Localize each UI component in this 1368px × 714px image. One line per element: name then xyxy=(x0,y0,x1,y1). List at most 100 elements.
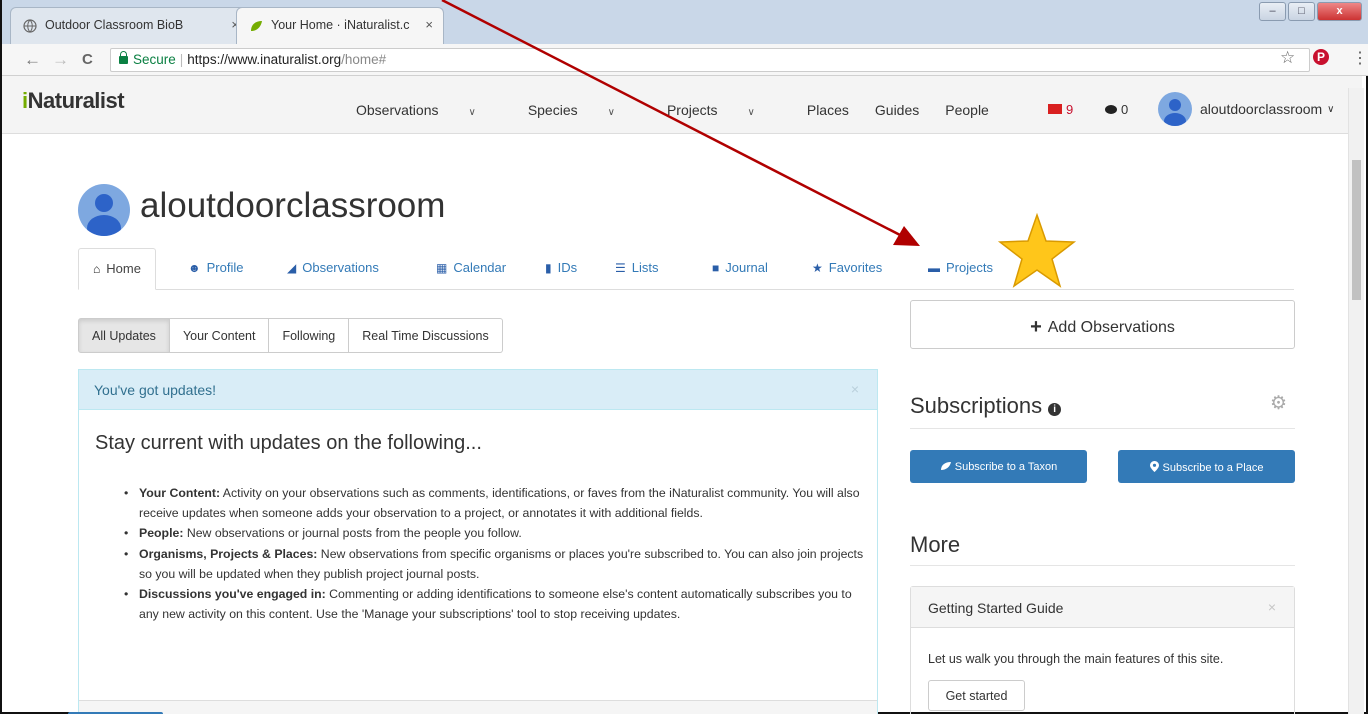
address-bar[interactable]: Secure | https://www.inaturalist.org/home# xyxy=(110,48,1310,72)
tab-journal[interactable]: ■ Journal xyxy=(712,248,768,290)
globe-icon xyxy=(23,19,37,33)
tab-favorites[interactable]: ★ Favorites xyxy=(812,248,882,290)
browser-menu-icon[interactable]: ⋮ xyxy=(1352,48,1368,68)
alert-title: You've got updates! xyxy=(94,382,217,398)
close-icon[interactable]: × xyxy=(425,17,433,32)
divider xyxy=(910,428,1295,429)
mail-icon xyxy=(1048,104,1062,114)
chevron-down-icon: ∨ xyxy=(1327,103,1335,115)
filter-following[interactable]: Following xyxy=(269,318,350,353)
info-icon[interactable]: i xyxy=(1048,403,1062,416)
subscribe-taxon-button[interactable]: Subscribe to a Taxon xyxy=(910,450,1087,483)
browser-tab-outdoor-classroom[interactable]: Outdoor Classroom BioB × xyxy=(10,7,250,44)
scrollbar-thumb[interactable] xyxy=(1352,160,1361,300)
messages-count: 9 xyxy=(1066,102,1074,117)
alert-header: You've got updates! × xyxy=(79,370,877,410)
leaf-icon xyxy=(940,462,951,470)
url-host: https://www.inaturalist.org xyxy=(187,52,342,67)
browser-tab-label: Your Home · iNaturalist.c xyxy=(271,18,410,32)
alert-footer xyxy=(68,700,877,714)
window-close-button[interactable]: x xyxy=(1317,2,1362,21)
close-icon[interactable]: × xyxy=(851,381,859,397)
notifications-link[interactable]: 0 xyxy=(1105,102,1128,117)
filter-real-time-discussions[interactable]: Real Time Discussions xyxy=(349,318,503,353)
filter-all-updates[interactable]: All Updates xyxy=(78,318,170,353)
maximize-button[interactable]: □ xyxy=(1288,2,1315,21)
profile-avatar xyxy=(78,184,130,236)
url-path: /home# xyxy=(341,52,387,67)
getting-started-panel: Getting Started Guide × Let us walk you … xyxy=(910,586,1295,714)
list-item: Your Content: Activity on your observati… xyxy=(123,483,868,523)
tab-projects[interactable]: ▬ Projects xyxy=(928,248,993,290)
updates-list: Your Content: Activity on your observati… xyxy=(123,483,868,624)
nav-species[interactable]: Species ∨ xyxy=(528,102,641,118)
more-heading: More xyxy=(910,532,961,557)
chevron-down-icon: ∨ xyxy=(607,107,615,118)
back-arrow-icon[interactable]: ← xyxy=(24,50,41,70)
reload-icon[interactable]: C xyxy=(82,51,93,68)
browser-tab-inaturalist[interactable]: Your Home · iNaturalist.c × xyxy=(236,7,444,44)
notifications-count: 0 xyxy=(1121,102,1129,117)
browser-window: Outdoor Classroom BioB × Your Home · iNa… xyxy=(0,0,1368,714)
browser-tab-label: Outdoor Classroom BioB xyxy=(45,18,184,32)
plus-icon: + xyxy=(1030,316,1042,338)
add-observations-button[interactable]: + Add Observations xyxy=(910,300,1295,349)
page-scrollbar[interactable] xyxy=(1348,88,1364,714)
nav-projects[interactable]: Projects ∨ xyxy=(667,102,781,118)
main-nav: Observations ∨ Species ∨ Projects ∨ Places … xyxy=(356,102,1015,118)
updates-heading: Stay current with updates on the followi… xyxy=(95,432,482,454)
header-username: aloutdoorclassroom xyxy=(1200,101,1323,117)
guide-header: Getting Started Guide × xyxy=(911,587,1294,628)
bookmark-star-icon[interactable]: ☆ xyxy=(1280,48,1295,68)
filter-your-content[interactable]: Your Content xyxy=(169,318,270,353)
star-icon: ★ xyxy=(812,261,823,275)
user-icon: ☻ xyxy=(188,261,201,275)
book-icon: ■ xyxy=(712,261,720,275)
page-title: aloutdoorclassroom xyxy=(140,186,446,225)
url-separator: | xyxy=(179,52,184,67)
list-icon: ☰ xyxy=(615,261,626,275)
user-menu[interactable]: aloutdoorclassroom ∨ xyxy=(1158,92,1335,126)
browser-tab-strip: Outdoor Classroom BioB × Your Home · iNa… xyxy=(2,0,1368,44)
pinterest-icon[interactable]: P xyxy=(1313,49,1329,65)
gear-icon[interactable]: ⚙ xyxy=(1270,392,1287,415)
tab-ids[interactable]: ▮ IDs xyxy=(545,248,577,290)
calendar-icon: ▦ xyxy=(436,261,448,275)
comment-icon xyxy=(1105,105,1117,114)
guide-title: Getting Started Guide xyxy=(928,600,1064,616)
tag-icon: ▮ xyxy=(545,261,552,275)
tab-calendar[interactable]: ▦ Calendar xyxy=(436,248,506,290)
forward-arrow-icon[interactable]: → xyxy=(52,50,69,70)
window-controls: – □ x xyxy=(1259,2,1362,21)
updates-alert-panel: You've got updates! × Stay current with … xyxy=(68,369,878,714)
list-item: Discussions you've engaged in: Commentin… xyxy=(123,584,868,624)
binoculars-icon: ◢ xyxy=(287,261,297,275)
chevron-down-icon: ∨ xyxy=(468,107,476,118)
avatar xyxy=(1158,92,1192,126)
messages-link[interactable]: 9 xyxy=(1048,102,1073,117)
tab-observations[interactable]: ◢ Observations xyxy=(287,248,379,290)
profile-tabs: ⌂ Home ☻ Profile ◢ Observations ▦ Calendar ▮… xyxy=(78,248,1294,290)
tab-lists[interactable]: ☰ Lists xyxy=(615,248,659,290)
chevron-down-icon: ∨ xyxy=(747,107,755,118)
home-icon: ⌂ xyxy=(93,262,101,276)
nav-guides[interactable]: Guides xyxy=(875,102,919,118)
close-icon[interactable]: × xyxy=(1268,599,1276,615)
secure-label: Secure xyxy=(133,52,176,67)
map-marker-icon xyxy=(1149,461,1159,472)
tab-profile[interactable]: ☻ Profile xyxy=(188,248,244,290)
nav-people[interactable]: People xyxy=(945,102,989,118)
subscribe-place-button[interactable]: Subscribe to a Place xyxy=(1118,450,1295,483)
list-item: Organisms, Projects & Places: New observ… xyxy=(123,544,868,584)
site-header: iNaturalist Observations ∨ Species ∨ Proje… xyxy=(2,76,1362,134)
tab-home[interactable]: ⌂ Home xyxy=(78,248,156,290)
inaturalist-logo[interactable]: iNaturalist xyxy=(22,88,125,114)
briefcase-icon: ▬ xyxy=(928,261,940,275)
nav-places[interactable]: Places xyxy=(807,102,849,118)
divider xyxy=(910,565,1295,566)
minimize-button[interactable]: – xyxy=(1259,2,1286,21)
nav-observations[interactable]: Observations ∨ xyxy=(356,102,502,118)
get-started-button[interactable]: Get started xyxy=(928,680,1025,711)
list-item: People: New observations or journal post… xyxy=(123,523,868,543)
subscriptions-heading: Subscriptions i xyxy=(910,393,1062,419)
